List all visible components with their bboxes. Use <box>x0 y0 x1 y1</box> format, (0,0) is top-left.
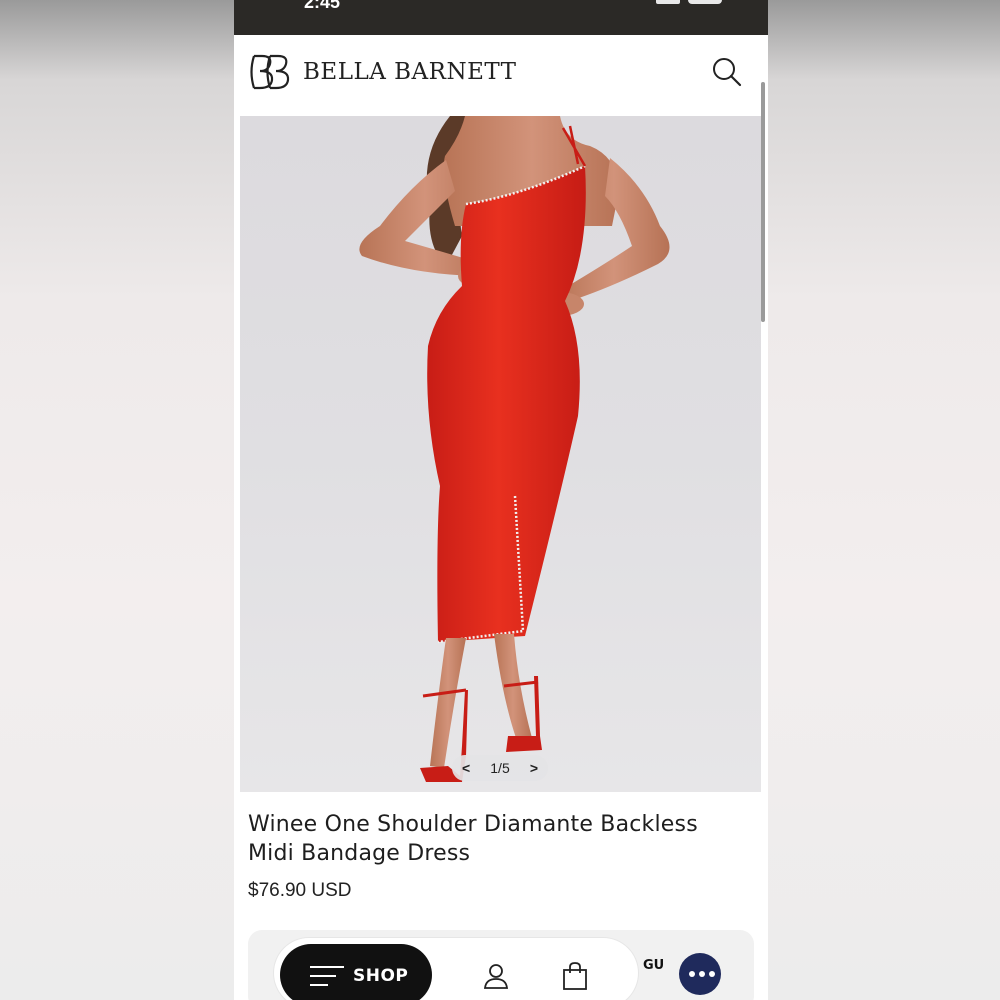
prev-image-button[interactable]: < <box>462 760 470 776</box>
product-photo <box>359 116 670 782</box>
product-price: $76.90 USD <box>248 880 352 901</box>
search-icon[interactable] <box>710 55 744 89</box>
user-icon[interactable] <box>482 962 510 990</box>
background-left <box>0 0 234 1000</box>
site-header: BELLA BARNETT <box>234 35 768 115</box>
battery-icon <box>688 0 722 4</box>
shop-menu-button[interactable]: SHOP <box>280 944 432 1000</box>
status-time: 2:45 <box>304 0 341 12</box>
scrollbar[interactable] <box>761 82 765 322</box>
product-image-gallery[interactable]: < 1/5 > <box>240 116 761 792</box>
background-right <box>768 0 1000 1000</box>
phone-screen: 2:45 BELLA BARNETT < 1/5 > Winee One Sho… <box>234 0 768 1000</box>
shopping-bag-icon[interactable] <box>562 961 588 991</box>
guide-label[interactable]: GU <box>643 958 664 973</box>
pager-count: 1/5 <box>490 760 510 776</box>
next-image-button[interactable]: > <box>530 760 538 776</box>
menu-icon <box>310 966 344 986</box>
status-icons <box>656 0 722 4</box>
product-title: Winee One Shoulder Diamante Backless Mid… <box>248 812 698 866</box>
status-bar: 2:45 <box>234 0 768 35</box>
shop-label: SHOP <box>353 966 409 986</box>
chat-icon[interactable] <box>679 953 721 995</box>
bb-monogram-icon[interactable] <box>246 52 296 92</box>
brand-name[interactable]: BELLA BARNETT <box>303 59 517 85</box>
image-pager: < 1/5 > <box>452 755 548 781</box>
signal-icon <box>656 0 680 4</box>
